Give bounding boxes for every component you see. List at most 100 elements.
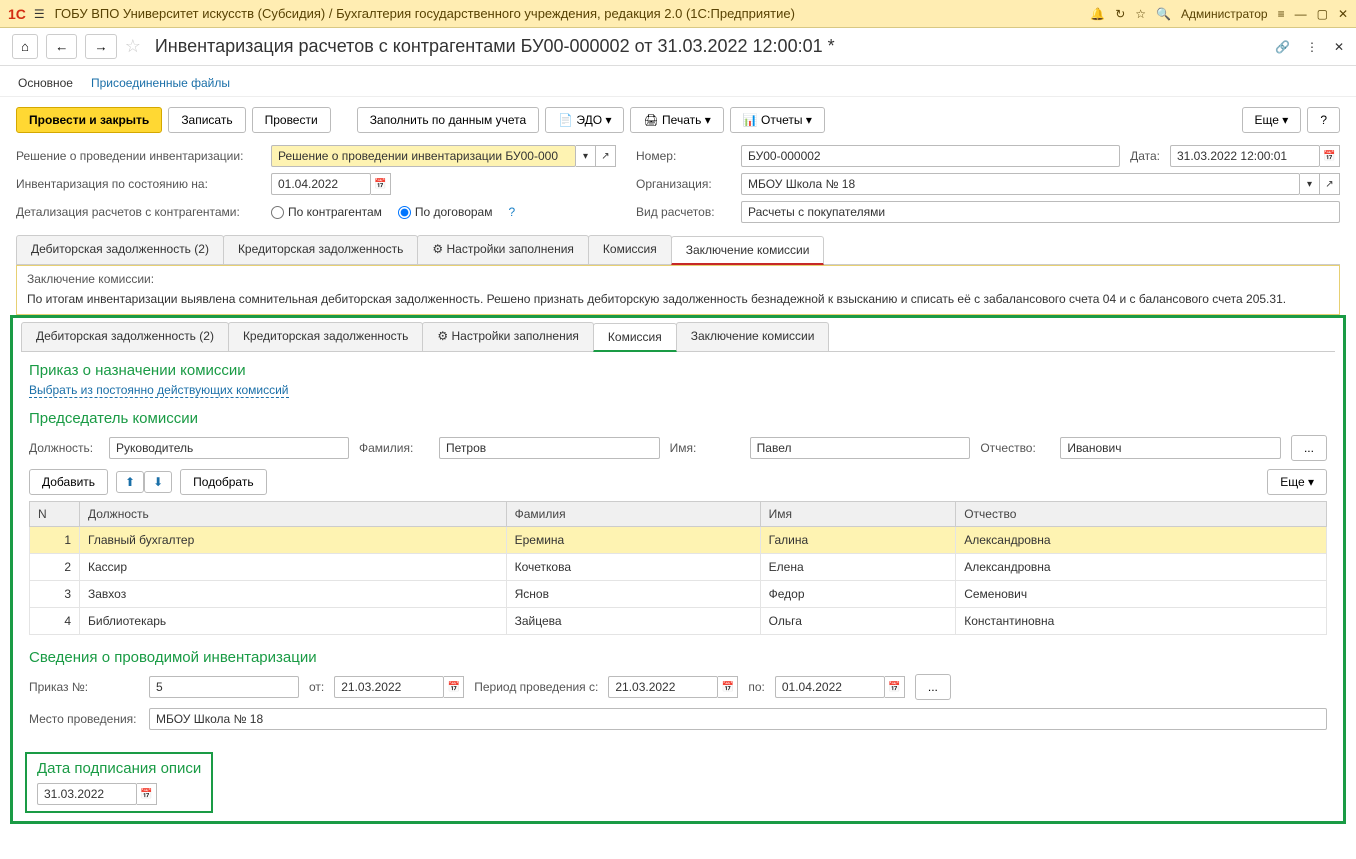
fill-button[interactable]: Заполнить по данным учета [357, 107, 539, 133]
lbl-chair-patr: Отчество: [980, 441, 1050, 455]
main-menu-icon[interactable]: ☰ [34, 7, 45, 21]
table-row[interactable]: 4БиблиотекарьЗайцеваОльгаКонстантиновна [30, 608, 1327, 635]
bell-icon[interactable]: 🔔 [1090, 7, 1105, 21]
list-more-button[interactable]: Еще [1267, 469, 1327, 495]
help-icon[interactable]: ? [508, 205, 515, 219]
post-close-button[interactable]: Провести и закрыть [16, 107, 162, 133]
sign-date-calendar-icon[interactable]: 📅 [137, 783, 157, 805]
order-from-input[interactable]: 21.03.2022 [334, 676, 444, 698]
tab-files[interactable]: Присоединенные файлы [91, 76, 230, 90]
conclusion-label: Заключение комиссии: [17, 266, 1339, 288]
lbl-chair-fam: Фамилия: [359, 441, 429, 455]
period-from-calendar-icon[interactable]: 📅 [718, 676, 738, 698]
lbl-org: Организация: [636, 177, 731, 191]
conclusion-box: Заключение комиссии: По итогам инвентари… [16, 265, 1340, 315]
period-more-button[interactable]: ... [915, 674, 951, 700]
choose-commission-link[interactable]: Выбрать из постоянно действующих комисси… [29, 383, 289, 398]
star-icon[interactable]: ☆ [1135, 7, 1146, 21]
col-n[interactable]: N [30, 502, 80, 527]
table-row[interactable]: 1Главный бухгалтерЕреминаГалинаАлександр… [30, 527, 1327, 554]
place-input[interactable]: МБОУ Школа № 18 [149, 708, 1327, 730]
lbl-decision: Решение о проведении инвентаризации: [16, 149, 261, 163]
edo-icon: 📄 [558, 113, 576, 127]
titlebar: 1С ☰ ГОБУ ВПО Университет искусств (Субс… [0, 0, 1356, 28]
forward-button[interactable]: → [85, 34, 116, 59]
kebab-icon[interactable]: ⋮ [1306, 40, 1318, 54]
tab-credit-2[interactable]: Кредиторская задолженность [228, 322, 423, 351]
lbl-from: от: [309, 680, 324, 694]
inv-title: Сведения о проводимой инвентаризации [29, 649, 1327, 666]
minimize-icon[interactable]: — [1295, 7, 1307, 21]
table-row[interactable]: 3ЗавхозЯсновФедорСеменович [30, 581, 1327, 608]
tab-commission-1[interactable]: Комиссия [588, 235, 672, 264]
tab-credit-1[interactable]: Кредиторская задолженность [223, 235, 418, 264]
back-button[interactable]: ← [46, 34, 77, 59]
number-input[interactable]: БУ00-000002 [741, 145, 1120, 167]
radio-contract[interactable]: По договорам [398, 205, 493, 219]
link-external-icon[interactable]: 🔗 [1275, 40, 1290, 54]
tab-debit-2[interactable]: Дебиторская задолженность (2) [21, 322, 229, 351]
print-button[interactable]: 🖨 Печать [630, 107, 723, 133]
col-patr[interactable]: Отчество [956, 502, 1327, 527]
favorite-icon[interactable]: ☆ [125, 36, 141, 57]
lbl-place: Место проведения: [29, 712, 139, 726]
tab-main[interactable]: Основное [18, 76, 73, 90]
col-name[interactable]: Имя [760, 502, 956, 527]
tab-debit-1[interactable]: Дебиторская задолженность (2) [16, 235, 224, 264]
conclusion-text[interactable]: По итогам инвентаризации выявлена сомнит… [17, 288, 1339, 314]
chair-name-input[interactable]: Павел [750, 437, 971, 459]
add-button[interactable]: Добавить [29, 469, 108, 495]
save-button[interactable]: Записать [168, 107, 245, 133]
org-input[interactable]: МБОУ Школа № 18 [741, 173, 1300, 195]
decision-dropdown-icon[interactable]: ▾ [576, 145, 596, 167]
tab-settings-1[interactable]: Настройки заполнения [417, 235, 588, 264]
search-icon[interactable]: 🔍 [1156, 7, 1171, 21]
kind-input[interactable]: Расчеты с покупателями [741, 201, 1340, 223]
order-no-input[interactable]: 5 [149, 676, 299, 698]
org-open-icon[interactable]: ↗ [1320, 173, 1340, 195]
asof-calendar-icon[interactable]: 📅 [371, 173, 391, 195]
chair-patr-input[interactable]: Иванович [1060, 437, 1281, 459]
move-down-button[interactable]: ⬇ [144, 471, 172, 493]
move-up-button[interactable]: ⬆ [116, 471, 144, 493]
tab-conclusion-1[interactable]: Заключение комиссии [671, 236, 825, 265]
decision-open-icon[interactable]: ↗ [596, 145, 616, 167]
maximize-icon[interactable]: ▢ [1317, 7, 1328, 21]
org-dropdown-icon[interactable]: ▾ [1300, 173, 1320, 195]
more-button[interactable]: Еще [1242, 107, 1302, 133]
chair-more-button[interactable]: ... [1291, 435, 1327, 461]
col-post[interactable]: Должность [80, 502, 507, 527]
history-icon[interactable]: ↻ [1115, 7, 1125, 21]
close-page-icon[interactable]: ✕ [1334, 40, 1344, 54]
commission-table: N Должность Фамилия Имя Отчество 1Главны… [29, 501, 1327, 635]
post-button[interactable]: Провести [252, 107, 331, 133]
help-button[interactable]: ? [1307, 107, 1340, 133]
pick-button[interactable]: Подобрать [180, 469, 266, 495]
chart-icon: 📊 [743, 113, 761, 127]
edo-button[interactable]: 📄 ЭДО [545, 107, 624, 133]
close-icon[interactable]: ✕ [1338, 7, 1348, 21]
user-label[interactable]: Администратор [1181, 7, 1268, 21]
printer-icon: 🖨 [643, 113, 662, 127]
reports-button[interactable]: 📊 Отчеты [730, 107, 825, 133]
period-from-input[interactable]: 21.03.2022 [608, 676, 718, 698]
sign-date-input[interactable]: 31.03.2022 [37, 783, 137, 805]
tab-conclusion-2[interactable]: Заключение комиссии [676, 322, 830, 351]
tab-settings-2[interactable]: Настройки заполнения [422, 322, 593, 351]
chair-title: Председатель комиссии [29, 410, 1327, 427]
period-to-input[interactable]: 01.04.2022 [775, 676, 885, 698]
asof-input[interactable]: 01.04.2022 [271, 173, 371, 195]
radio-counterparty[interactable]: По контрагентам [271, 205, 382, 219]
period-to-calendar-icon[interactable]: 📅 [885, 676, 905, 698]
decision-input[interactable]: Решение о проведении инвентаризации БУ00… [271, 145, 576, 167]
date-calendar-icon[interactable]: 📅 [1320, 145, 1340, 167]
order-from-calendar-icon[interactable]: 📅 [444, 676, 464, 698]
settings-icon[interactable]: ≡ [1278, 7, 1285, 21]
chair-post-input[interactable]: Руководитель [109, 437, 349, 459]
table-row[interactable]: 2КассирКочетковаЕленаАлександровна [30, 554, 1327, 581]
chair-fam-input[interactable]: Петров [439, 437, 660, 459]
tab-commission-2[interactable]: Комиссия [593, 323, 677, 352]
col-fam[interactable]: Фамилия [506, 502, 760, 527]
home-button[interactable]: ⌂ [12, 34, 38, 59]
date-input[interactable]: 31.03.2022 12:00:01 [1170, 145, 1320, 167]
